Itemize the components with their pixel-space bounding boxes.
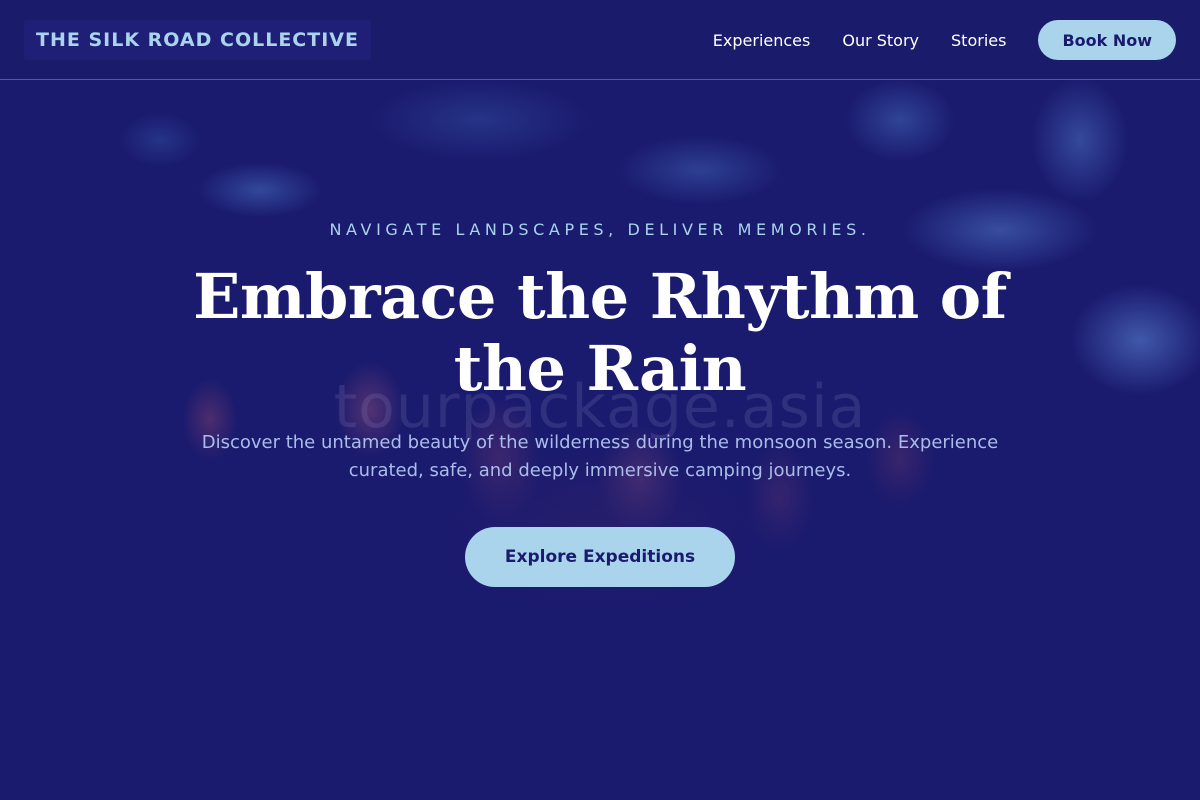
navbar: THE SILK ROAD COLLECTIVE Experiences Our… <box>0 0 1200 80</box>
brand-logo[interactable]: THE SILK ROAD COLLECTIVE <box>24 20 371 60</box>
explore-expeditions-button[interactable]: Explore Expeditions <box>464 527 736 587</box>
hero-headline: Embrace the Rhythm of the Rain <box>193 260 1007 405</box>
landing-page: tourpackage.asia THE SILK ROAD COLLECTIV… <box>0 0 1200 800</box>
primary-nav: Experiences Our Story Stories Book Now <box>713 0 1176 80</box>
nav-link-experiences[interactable]: Experiences <box>713 31 811 50</box>
book-now-button[interactable]: Book Now <box>1038 20 1176 60</box>
hero-eyebrow: NAVIGATE LANDSCAPES, DELIVER MEMORIES. <box>329 220 871 239</box>
nav-link-stories[interactable]: Stories <box>951 31 1006 50</box>
hero-subtext: Discover the untamed beauty of the wilde… <box>201 432 999 481</box>
nav-link-our-story[interactable]: Our Story <box>842 31 919 50</box>
hero-section: NAVIGATE LANDSCAPES, DELIVER MEMORIES. E… <box>0 200 1200 587</box>
